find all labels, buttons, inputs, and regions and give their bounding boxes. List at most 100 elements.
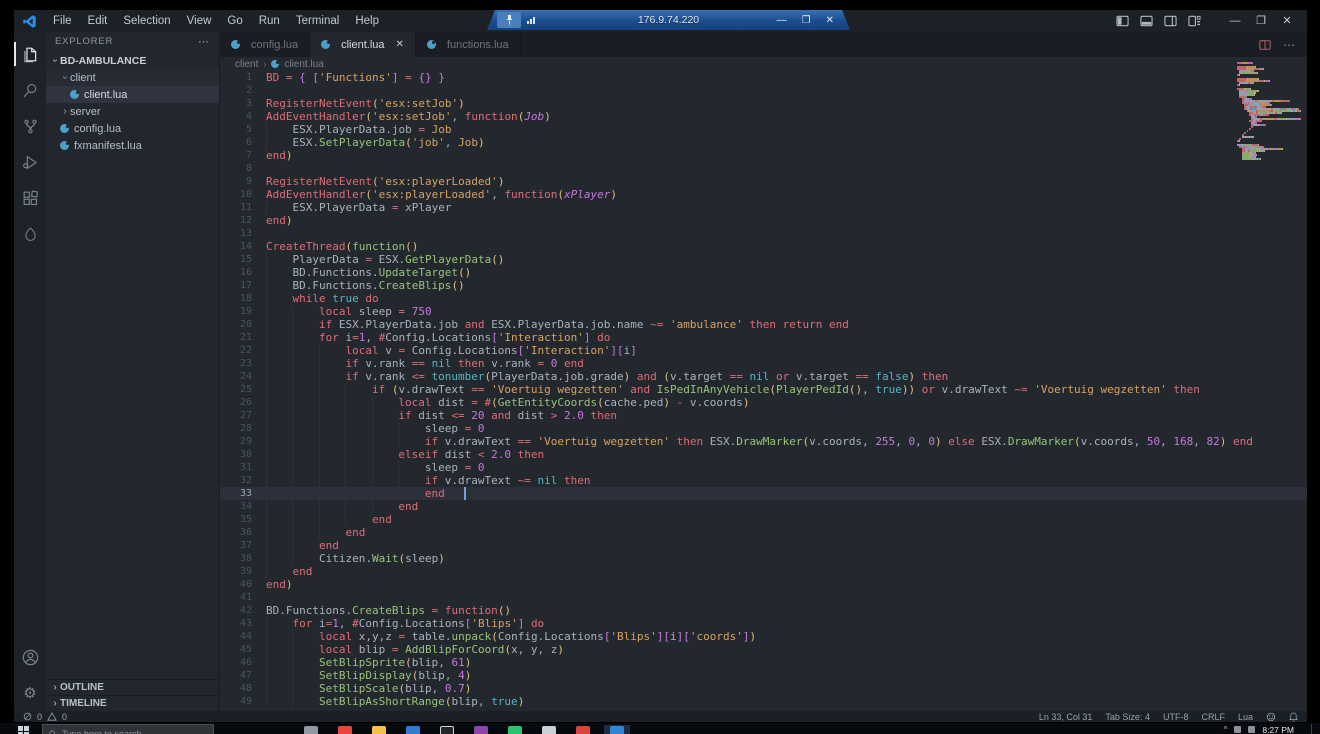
explorer-icon[interactable] (14, 36, 46, 72)
rdp-close-button[interactable]: ✕ (826, 15, 834, 26)
code-line[interactable]: 12end) (220, 214, 1307, 227)
code-line[interactable]: 27 if dist <= 20 and dist > 2.0 then (220, 409, 1307, 422)
code-line[interactable]: 10AddEventHandler('esx:playerLoaded', fu… (220, 188, 1307, 201)
show-desktop-button[interactable] (1311, 724, 1314, 734)
notifications-bell-icon[interactable] (1289, 712, 1298, 722)
breadcrumb-file[interactable]: client.lua (284, 59, 323, 70)
account-icon[interactable] (14, 639, 46, 675)
taskbar-icon-app-light[interactable] (536, 725, 562, 734)
tab-close-icon[interactable]: ✕ (396, 39, 404, 50)
code-line[interactable]: 44 local x,y,z = table.unpack(Config.Loc… (220, 630, 1307, 643)
customize-layout-icon[interactable] (1188, 15, 1201, 27)
rdp-minimize-button[interactable]: — (777, 15, 787, 26)
code-line[interactable]: 14CreateThread(function() (220, 240, 1307, 253)
menu-item-file[interactable]: File (45, 15, 80, 27)
code-line[interactable]: 37 end (220, 539, 1307, 552)
status-item[interactable]: Tab Size: 4 (1105, 712, 1150, 722)
code-line[interactable]: 22 local v = Config.Locations['Interacti… (220, 344, 1307, 357)
menu-item-view[interactable]: View (179, 15, 220, 27)
code-line[interactable]: 4AddEventHandler('esx:setJob', function(… (220, 110, 1307, 123)
taskbar-icon-task-view[interactable] (298, 725, 324, 734)
code-line[interactable]: 40end) (220, 578, 1307, 591)
feedback-smiley-icon[interactable] (1266, 712, 1276, 722)
code-line[interactable]: 38 Citizen.Wait(sleep) (220, 552, 1307, 565)
taskbar-icon-terminal[interactable] (434, 725, 460, 734)
menu-item-run[interactable]: Run (251, 15, 288, 27)
status-item[interactable]: Ln 33, Col 31 (1039, 712, 1093, 722)
close-button[interactable]: ✕ (1281, 10, 1293, 32)
menu-item-help[interactable]: Help (347, 15, 387, 27)
warnings-icon[interactable] (47, 712, 57, 721)
warnings-count[interactable]: 0 (62, 712, 67, 722)
taskbar-icon-app-blue[interactable] (400, 725, 426, 734)
rdp-restore-button[interactable]: ❐ (802, 15, 811, 26)
restore-button[interactable]: ❐ (1255, 10, 1267, 32)
taskbar-icon-file-explorer[interactable] (366, 725, 392, 734)
status-item[interactable]: UTF-8 (1163, 712, 1189, 722)
menu-item-edit[interactable]: Edit (80, 15, 116, 27)
run-debug-icon[interactable] (14, 144, 46, 180)
code-line[interactable]: 5 ESX.PlayerData.job = Job (220, 123, 1307, 136)
search-icon[interactable] (14, 72, 46, 108)
taskbar-icon-chrome[interactable] (332, 725, 358, 734)
code-line[interactable]: 26 local dist = #(GetEntityCoords(cache.… (220, 396, 1307, 409)
tree-file-fxmanifest.lua[interactable]: fxmanifest.lua (46, 137, 219, 154)
explorer-more-actions[interactable]: ⋯ (198, 35, 210, 48)
tab-client.lua[interactable]: client.lua✕ (310, 32, 416, 57)
code-line[interactable]: 45 local blip = AddBlipForCoord(x, y, z) (220, 643, 1307, 656)
settings-gear-icon[interactable]: ⚙ (14, 675, 46, 711)
code-line[interactable]: 17 BD.Functions.CreateBlips() (220, 279, 1307, 292)
minimap[interactable] (1237, 62, 1301, 160)
panel-outline[interactable]: ›OUTLINE (46, 679, 219, 695)
tray-expand-icon[interactable]: ^ (1224, 725, 1228, 734)
code-line[interactable]: 28 sleep = 0 (220, 422, 1307, 435)
errors-icon[interactable] (23, 712, 32, 721)
code-line[interactable]: 46 SetBlipSprite(blip, 61) (220, 656, 1307, 669)
code-line[interactable]: 3RegisterNetEvent('esx:setJob') (220, 97, 1307, 110)
breadcrumb-folder[interactable]: client (235, 59, 258, 70)
tray-icon[interactable] (1234, 726, 1241, 733)
code-line[interactable]: 11 ESX.PlayerData = xPlayer (220, 201, 1307, 214)
code-line[interactable]: 18 while true do (220, 292, 1307, 305)
code-line[interactable]: 48 SetBlipScale(blip, 0.7) (220, 682, 1307, 695)
tree-folder-client[interactable]: ›client (46, 69, 219, 86)
extensions-icon[interactable] (14, 180, 46, 216)
code-line[interactable]: 36 end (220, 526, 1307, 539)
menu-item-selection[interactable]: Selection (115, 15, 178, 27)
code-line[interactable]: 2 (220, 84, 1307, 97)
tree-folder-server[interactable]: ›server (46, 103, 219, 120)
panel-timeline[interactable]: ›TIMELINE (46, 695, 219, 711)
code-line[interactable]: 41 (220, 591, 1307, 604)
code-line[interactable]: 21 for i=1, #Config.Locations['Interacti… (220, 331, 1307, 344)
code-line[interactable]: 30 elseif dist < 2.0 then (220, 448, 1307, 461)
tab-config.lua[interactable]: config.lua (220, 32, 310, 57)
code-line[interactable]: 7end) (220, 149, 1307, 162)
code-line[interactable]: 1BD = { ['Functions'] = {} } (220, 71, 1307, 84)
taskbar-icon-app-green[interactable] (502, 725, 528, 734)
tree-file-client.lua[interactable]: client.lua (46, 86, 219, 103)
code-line[interactable]: 9RegisterNetEvent('esx:playerLoaded') (220, 175, 1307, 188)
code-line[interactable]: 13 (220, 227, 1307, 240)
taskbar-clock[interactable]: 8:27 PM (1262, 725, 1304, 734)
toggle-secondary-sidebar-icon[interactable] (1164, 15, 1177, 27)
code-line[interactable]: 35 end (220, 513, 1307, 526)
code-line[interactable]: 15 PlayerData = ESX.GetPlayerData() (220, 253, 1307, 266)
code-line[interactable]: 8 (220, 162, 1307, 175)
tree-file-config.lua[interactable]: config.lua (46, 120, 219, 137)
breadcrumb[interactable]: client › client.lua (220, 57, 1307, 71)
code-line[interactable]: 20 if ESX.PlayerData.job and ESX.PlayerD… (220, 318, 1307, 331)
errors-count[interactable]: 0 (37, 712, 42, 722)
code-line[interactable]: 6 ESX.SetPlayerData('job', Job) (220, 136, 1307, 149)
menu-item-terminal[interactable]: Terminal (288, 15, 347, 27)
tree-folder-bd-ambulance[interactable]: ›BD-AMBULANCE (46, 52, 219, 69)
code-line[interactable]: 42BD.Functions.CreateBlips = function() (220, 604, 1307, 617)
taskbar-icon-app-purple[interactable] (468, 725, 494, 734)
code-line[interactable]: 31 sleep = 0 (220, 461, 1307, 474)
status-item[interactable]: Lua (1238, 712, 1253, 722)
taskbar-search-input[interactable]: Type here to search (42, 724, 214, 734)
toggle-panel-icon[interactable] (1140, 15, 1153, 27)
code-line[interactable]: 23 if v.rank == nil then v.rank = 0 end (220, 357, 1307, 370)
split-editor-icon[interactable] (1259, 39, 1271, 51)
taskbar-icon-vscode[interactable] (604, 725, 630, 734)
code-line[interactable]: 32 if v.drawText ~= nil then (220, 474, 1307, 487)
